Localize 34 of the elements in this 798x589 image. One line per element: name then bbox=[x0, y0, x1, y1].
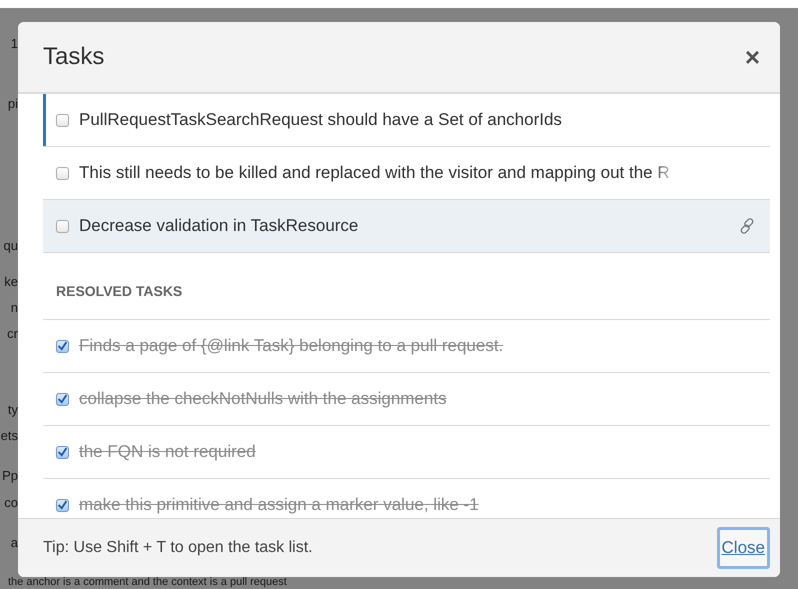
checkbox[interactable] bbox=[56, 220, 69, 232]
background-text: pi bbox=[6, 96, 18, 112]
close-button[interactable]: × bbox=[740, 44, 764, 70]
task-text: the FQN is not required bbox=[79, 442, 256, 462]
background-text: the anchor is a comment and the context is a pull request bbox=[8, 576, 287, 589]
background-text: qu bbox=[2, 238, 18, 254]
checkbox[interactable] bbox=[56, 446, 69, 458]
checkbox[interactable] bbox=[56, 498, 69, 512]
task-row[interactable]: PullRequestTaskSearchRequest should have a Set of anchorIds bbox=[43, 94, 770, 147]
background-text: 1 bbox=[10, 36, 18, 52]
task-text: make this primitive and assign a marker value, like -1 bbox=[79, 495, 479, 515]
link-icon[interactable] bbox=[738, 217, 756, 235]
checkbox[interactable] bbox=[56, 392, 69, 406]
background-text: ke bbox=[3, 274, 18, 290]
checkbox[interactable] bbox=[56, 114, 69, 126]
task-row[interactable]: Decrease validation in TaskResource bbox=[43, 200, 770, 253]
background-text: ty bbox=[6, 402, 18, 418]
task-text: Decrease validation in TaskResource bbox=[79, 216, 358, 236]
background-text: a bbox=[10, 535, 18, 551]
task-text: PullRequestTaskSearchRequest should have a Set of anchorIds bbox=[79, 110, 562, 130]
background-text: ets bbox=[0, 428, 18, 444]
background-text: Pp bbox=[1, 468, 18, 484]
task-text: Finds a page of {@link Task} belonging to a pull request. bbox=[79, 336, 504, 356]
task-text: This still needs to be killed and replaced with the visitor and mapping out the R bbox=[79, 163, 670, 183]
dialog-title: Tasks bbox=[43, 43, 104, 71]
background-text: n bbox=[10, 300, 18, 316]
close-link[interactable]: Close bbox=[716, 527, 770, 569]
task-text: collapse the checkNotNulls with the assignments bbox=[79, 389, 447, 409]
background-text: cr bbox=[6, 326, 18, 342]
checkbox[interactable] bbox=[56, 166, 69, 180]
checkbox[interactable] bbox=[56, 340, 69, 352]
background-text: co bbox=[3, 495, 18, 511]
tip-text: Tip: Use Shift + T to open the task list. bbox=[43, 539, 313, 557]
section-heading: RESOLVED TASKS bbox=[43, 253, 770, 320]
